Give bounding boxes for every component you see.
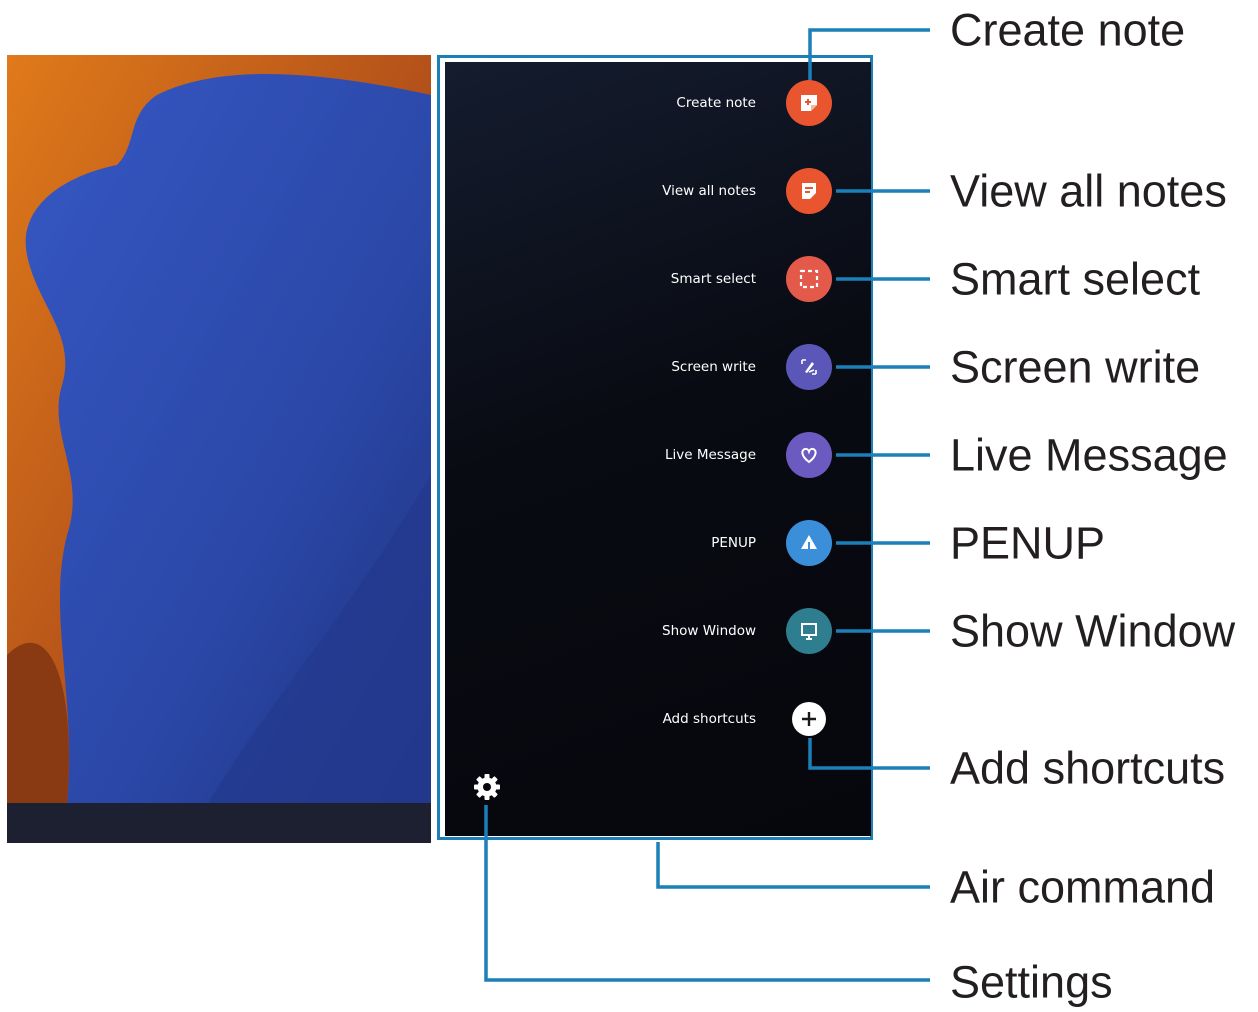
callout-line-add-shortcuts: [808, 738, 930, 770]
callout-air-command: Air command: [950, 861, 1216, 913]
callout-smart-select: Smart select: [950, 253, 1201, 305]
callout-penup: PENUP: [950, 517, 1106, 569]
callout-view-all-notes: View all notes: [950, 165, 1227, 217]
callout-line-air-command: [656, 842, 930, 889]
callout-live-message: Live Message: [950, 429, 1228, 481]
callout-create-note: Create note: [950, 4, 1186, 56]
callout-add-shortcuts: Add shortcuts: [950, 742, 1226, 794]
callout-lines: [484, 28, 930, 982]
callout-settings: Settings: [950, 956, 1113, 1008]
callout-line-create-note: [808, 28, 930, 80]
callout-show-window: Show Window: [950, 605, 1236, 657]
callout-line-settings: [484, 805, 930, 982]
callout-screen-write: Screen write: [950, 341, 1201, 393]
